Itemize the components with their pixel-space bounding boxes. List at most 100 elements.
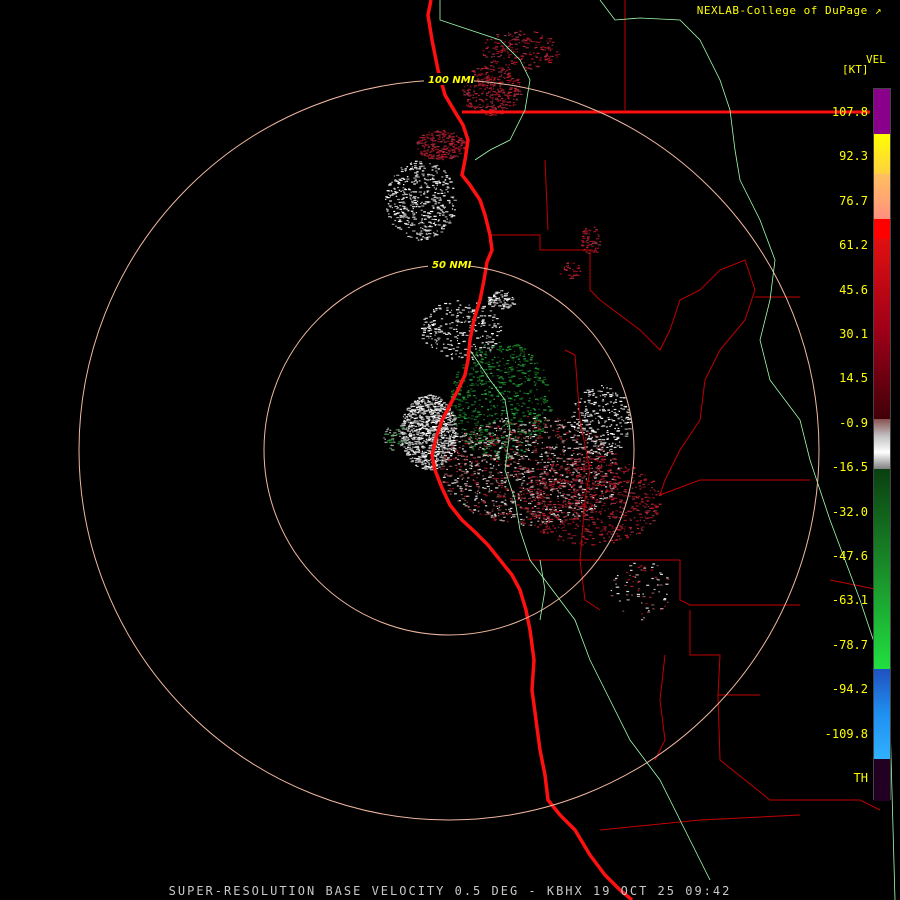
echo-pixel bbox=[600, 471, 604, 473]
echo-pixel bbox=[497, 356, 499, 358]
echo-pixel bbox=[414, 429, 417, 432]
echo-pixel bbox=[518, 404, 520, 406]
echo-pixel bbox=[428, 430, 432, 432]
echo-pixel bbox=[416, 448, 420, 450]
echo-pixel bbox=[431, 140, 435, 142]
echo-pixel bbox=[442, 224, 447, 226]
echo-pixel bbox=[481, 93, 484, 95]
echo-pixel bbox=[538, 503, 541, 505]
echo-pixel bbox=[540, 453, 543, 455]
echo-pixel bbox=[600, 475, 602, 477]
echo-pixel bbox=[432, 207, 435, 209]
echo-pixel bbox=[418, 411, 421, 413]
echo-pixel bbox=[552, 484, 556, 486]
echo-pixel bbox=[446, 183, 449, 185]
echo-pixel bbox=[506, 420, 508, 422]
echo-pixel bbox=[419, 435, 421, 437]
echo-pixel bbox=[486, 85, 489, 87]
echo-pixel bbox=[560, 426, 562, 429]
echo-pixel bbox=[415, 420, 419, 422]
echo-pixel bbox=[473, 441, 476, 443]
echo-pixel bbox=[450, 424, 453, 426]
echo-pixel bbox=[418, 402, 420, 405]
echo-pixel bbox=[562, 479, 565, 481]
radar-map: 50 NMI 100 NMI bbox=[78, 0, 896, 900]
echo-pixel bbox=[580, 533, 582, 535]
echo-pixel bbox=[453, 155, 457, 157]
echo-pixel bbox=[481, 342, 484, 344]
echo-pixel bbox=[406, 180, 409, 182]
echo-pixel bbox=[428, 394, 432, 396]
echo-pixel bbox=[485, 92, 489, 94]
echo-pixel bbox=[503, 502, 506, 504]
echo-pixel bbox=[537, 437, 540, 439]
echo-pixel bbox=[526, 440, 529, 442]
echo-pixel bbox=[592, 521, 596, 523]
echo-pixel bbox=[485, 461, 488, 463]
echo-pixel bbox=[427, 146, 430, 148]
echo-pixel bbox=[420, 238, 423, 240]
echo-pixel bbox=[421, 453, 425, 455]
echo-pixel bbox=[409, 411, 413, 413]
echo-pixel bbox=[503, 516, 506, 518]
echo-pixel bbox=[442, 139, 445, 141]
echo-pixel bbox=[485, 368, 487, 371]
echo-pixel bbox=[496, 452, 499, 455]
echo-pixel bbox=[497, 106, 501, 108]
echo-pixel bbox=[401, 168, 404, 171]
echo-pixel bbox=[409, 443, 411, 445]
echo-pixel bbox=[566, 461, 569, 463]
echo-pixel bbox=[460, 137, 463, 139]
echo-pixel bbox=[500, 480, 504, 482]
echo-pixel bbox=[503, 495, 506, 497]
echo-pixel bbox=[431, 178, 435, 180]
echo-pixel bbox=[480, 73, 483, 75]
echo-pixel bbox=[559, 475, 562, 477]
echo-pixel bbox=[555, 465, 557, 467]
echo-pixel bbox=[479, 106, 483, 109]
echo-pixel bbox=[472, 376, 475, 378]
echo-pixel bbox=[477, 510, 480, 512]
echo-pixel bbox=[624, 406, 628, 408]
echo-pixel bbox=[563, 433, 567, 435]
echo-pixel bbox=[476, 384, 479, 386]
echo-pixel bbox=[536, 483, 539, 485]
echo-pixel bbox=[544, 469, 546, 471]
echo-pixel bbox=[471, 345, 473, 348]
echo-pixel bbox=[591, 503, 593, 505]
echo-pixel bbox=[498, 360, 501, 362]
echo-pixel bbox=[497, 507, 499, 510]
echo-pixel bbox=[534, 421, 538, 423]
echo-pixel bbox=[463, 429, 467, 431]
echo-pixel bbox=[533, 431, 536, 433]
echo-pixel bbox=[523, 451, 527, 453]
echo-pixel bbox=[590, 509, 594, 512]
echo-pixel bbox=[614, 438, 618, 441]
echo-pixel bbox=[550, 478, 554, 480]
echo-pixel bbox=[506, 79, 510, 82]
echo-pixel bbox=[624, 492, 627, 494]
echo-pixel bbox=[501, 378, 505, 380]
echo-pixel bbox=[587, 452, 590, 454]
echo-pixel bbox=[531, 442, 532, 444]
echo-pixel bbox=[562, 486, 566, 488]
echo-pixel bbox=[557, 418, 559, 420]
echo-pixel bbox=[590, 511, 594, 513]
echo-pixel bbox=[427, 408, 430, 410]
echo-pixel bbox=[428, 435, 431, 437]
echo-pixel bbox=[533, 488, 536, 491]
echo-pixel bbox=[569, 482, 572, 484]
echo-pixel bbox=[487, 364, 491, 366]
echo-pixel bbox=[466, 495, 469, 497]
echo-pixel bbox=[572, 462, 575, 464]
echo-pixel bbox=[584, 513, 588, 516]
echo-pixel bbox=[448, 135, 451, 137]
echo-pixel bbox=[597, 390, 601, 392]
echo-pixel bbox=[602, 410, 604, 412]
echo-pixel bbox=[414, 203, 418, 205]
echo-pixel bbox=[504, 441, 507, 443]
echo-pixel bbox=[538, 423, 540, 425]
echo-pixel bbox=[529, 391, 532, 393]
echo-pixel bbox=[444, 440, 447, 442]
echo-pixel bbox=[585, 465, 588, 467]
